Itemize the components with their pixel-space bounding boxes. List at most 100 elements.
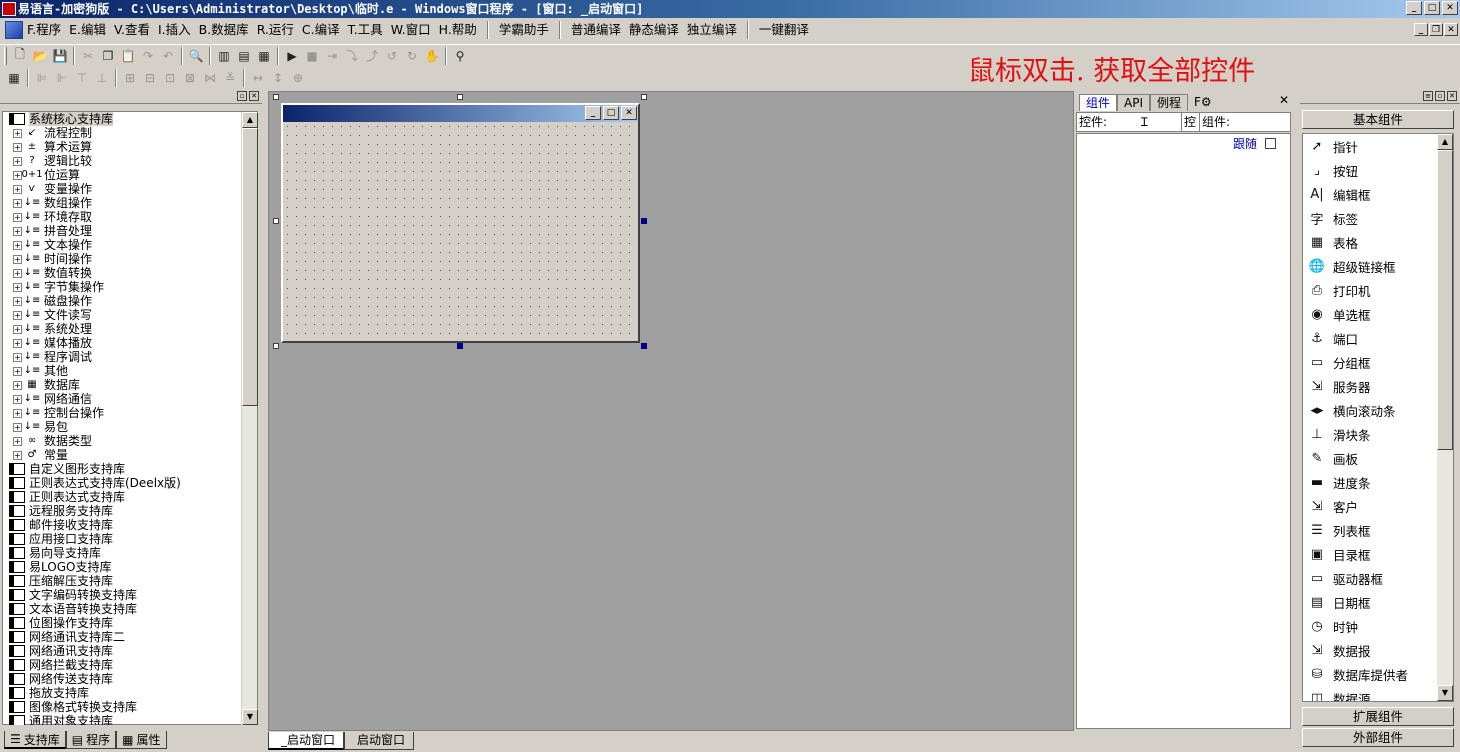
scroll-thumb[interactable] xyxy=(1437,150,1453,450)
menu-standalone-compile[interactable]: 独立编译 xyxy=(683,20,741,40)
tree-item[interactable]: 通用对象支持库 xyxy=(3,714,241,725)
tab-components[interactable]: 组件 xyxy=(1079,94,1118,111)
expand-icon[interactable]: + xyxy=(13,366,22,376)
menu-run[interactable]: R.运行 xyxy=(253,20,298,40)
form-maximize-button[interactable]: □ xyxy=(603,106,619,120)
redo-icon[interactable]: ↷ xyxy=(138,46,158,66)
tree-item[interactable]: 位图操作支持库 xyxy=(3,616,241,630)
tree-item[interactable]: 网络拦截支持库 xyxy=(3,658,241,672)
expand-icon[interactable]: + xyxy=(13,352,22,362)
calculator-icon[interactable]: ▦ xyxy=(4,68,24,88)
size-icon[interactable]: ⊕ xyxy=(288,68,308,88)
tree-item[interactable]: 网络传送支持库 xyxy=(3,672,241,686)
step-into-icon[interactable]: ⤵ xyxy=(342,46,362,66)
toolbox-item[interactable]: ✎ 画板 xyxy=(1303,446,1453,470)
follow-option[interactable]: 跟随 xyxy=(1233,135,1276,152)
tab-api[interactable]: API xyxy=(1117,94,1150,111)
width-icon[interactable]: ↔ xyxy=(248,68,268,88)
center-h-icon[interactable]: ⊞ xyxy=(120,68,140,88)
tab-library[interactable]: ☰ 支持库 xyxy=(4,731,66,749)
toolbox-item[interactable]: ◂▸ 横向滚动条 xyxy=(1303,398,1453,422)
panel-pin-button[interactable]: ▫ xyxy=(237,91,247,101)
expand-icon[interactable]: + xyxy=(13,338,22,348)
layout-top-icon[interactable]: ▤ xyxy=(234,46,254,66)
tree-item[interactable]: 压缩解压支持库 xyxy=(3,574,241,588)
tree-item[interactable]: 正则表达式支持库 xyxy=(3,490,241,504)
space-v-icon[interactable]: ≚ xyxy=(220,68,240,88)
toolbox-item[interactable]: ▬ 进度条 xyxy=(1303,470,1453,494)
expand-icon[interactable]: + xyxy=(13,324,22,334)
align-right-icon[interactable]: ⊩ xyxy=(52,68,72,88)
tree-item[interactable]: + ↓≡ 系统处理 xyxy=(3,322,241,336)
height-icon[interactable]: ↕ xyxy=(268,68,288,88)
expand-icon[interactable]: + xyxy=(13,142,22,152)
expand-icon[interactable]: + xyxy=(13,394,22,404)
run-icon[interactable]: ▶ xyxy=(282,46,302,66)
tree-item[interactable]: + ↓≡ 字节集操作 xyxy=(3,280,241,294)
tree-item[interactable]: + ↓≡ 网络通信 xyxy=(3,392,241,406)
same-width-icon[interactable]: ⊡ xyxy=(160,68,180,88)
expand-icon[interactable]: + xyxy=(13,310,22,320)
menu-window[interactable]: W.窗口 xyxy=(387,20,435,40)
toolbox-vertical-scrollbar[interactable]: ▲ ▼ xyxy=(1437,134,1453,701)
tree-item[interactable]: + ↓≡ 拼音处理 xyxy=(3,224,241,238)
resize-handle[interactable] xyxy=(457,343,463,349)
expand-icon[interactable]: + xyxy=(13,422,22,432)
toolbox-item[interactable]: ⇲ 客户 xyxy=(1303,494,1453,518)
tree-item[interactable]: + ↓≡ 环境存取 xyxy=(3,210,241,224)
resize-handle[interactable] xyxy=(641,343,647,349)
tree-item[interactable]: 自定义图形支持库 xyxy=(3,462,241,476)
toolbox-item[interactable]: ▭ 分组框 xyxy=(1303,350,1453,374)
step-over-icon[interactable]: ⤴ xyxy=(362,46,382,66)
tree-item[interactable]: + ↓≡ 易包 xyxy=(3,420,241,434)
scroll-thumb[interactable] xyxy=(242,128,258,406)
tree-item[interactable]: 易LOGO支持库 xyxy=(3,560,241,574)
step-out-icon[interactable]: ↺ xyxy=(382,46,402,66)
toolbox-item[interactable]: ⌟ 按钮 xyxy=(1303,158,1453,182)
tree-item[interactable]: + ↓≡ 媒体播放 xyxy=(3,336,241,350)
tree-item[interactable]: 系统核心支持库 xyxy=(3,112,241,126)
expand-icon[interactable]: + xyxy=(13,240,22,250)
cut-icon[interactable]: ✂ xyxy=(78,46,98,66)
follow-checkbox[interactable] xyxy=(1265,138,1276,149)
finder-results[interactable]: 跟随 xyxy=(1076,133,1291,729)
menu-study-helper[interactable]: 学霸助手 xyxy=(495,20,553,40)
center-v-icon[interactable]: ⊟ xyxy=(140,68,160,88)
minimize-button[interactable]: _ xyxy=(1406,1,1422,15)
finder-tool-icon[interactable]: F⚙ xyxy=(1188,94,1218,111)
tab-properties[interactable]: ▦ 属性 xyxy=(116,731,167,749)
hand-icon[interactable]: ✋ xyxy=(422,46,442,66)
mdi-minimize-button[interactable]: _ xyxy=(1414,23,1428,36)
tree-item[interactable]: + ↓≡ 文本操作 xyxy=(3,238,241,252)
scroll-down-button[interactable]: ▼ xyxy=(1437,685,1453,701)
expand-icon[interactable]: + xyxy=(13,198,22,208)
menu-edit[interactable]: E.编辑 xyxy=(65,20,110,40)
menu-compile[interactable]: C.编译 xyxy=(298,20,344,40)
undo-icon[interactable]: ↶ xyxy=(158,46,178,66)
expand-icon[interactable]: + xyxy=(13,156,22,166)
form-design-grid[interactable] xyxy=(283,122,638,341)
resize-handle[interactable] xyxy=(641,218,647,224)
tree-item[interactable]: 邮件接收支持库 xyxy=(3,518,241,532)
align-top-icon[interactable]: ⊤ xyxy=(72,68,92,88)
align-bottom-icon[interactable]: ⊥ xyxy=(92,68,112,88)
toolbox-item[interactable]: ⊥ 滑块条 xyxy=(1303,422,1453,446)
extended-components-button[interactable]: 扩展组件 xyxy=(1302,707,1454,726)
toolbox-item[interactable]: ➚ 指针 xyxy=(1303,134,1453,158)
form-caption-bar[interactable]: _ □ ✕ xyxy=(283,105,638,122)
tree-item[interactable]: + ↓≡ 文件读写 xyxy=(3,308,241,322)
close-button[interactable]: ✕ xyxy=(1442,1,1458,15)
toolbox-close-button[interactable]: ✕ xyxy=(1447,91,1457,101)
menu-normal-compile[interactable]: 普通编译 xyxy=(567,20,625,40)
tree-item[interactable]: + ↓≡ 程序调试 xyxy=(3,350,241,364)
toolbox-item[interactable]: A| 编辑框 xyxy=(1303,182,1453,206)
design-workspace[interactable]: _ □ ✕ xyxy=(268,91,1074,731)
resize-handle[interactable] xyxy=(273,94,279,100)
form-minimize-button[interactable]: _ xyxy=(585,106,601,120)
expand-icon[interactable]: + xyxy=(13,380,22,390)
layout-left-icon[interactable]: ▥ xyxy=(214,46,234,66)
expand-icon[interactable]: + xyxy=(13,184,22,194)
resize-handle[interactable] xyxy=(641,94,647,100)
tree-item[interactable]: + ↙ 流程控制 xyxy=(3,126,241,140)
expand-icon[interactable]: + xyxy=(13,296,22,306)
